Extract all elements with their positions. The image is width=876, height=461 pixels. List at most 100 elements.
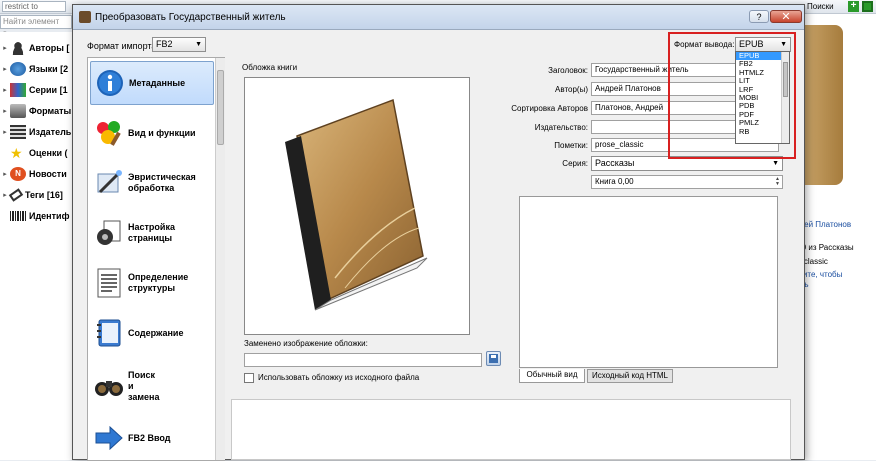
- tree-item-identifiers[interactable]: Идентиф: [0, 208, 69, 224]
- tree-label: Авторы [: [29, 43, 70, 53]
- use-source-cover-checkbox[interactable]: [244, 373, 254, 383]
- cover-preview: [244, 77, 470, 335]
- publisher-label: Издательство:: [534, 123, 588, 132]
- tree-label: Издатель: [29, 127, 72, 137]
- expand-arrow-icon[interactable]: ▸: [0, 86, 10, 94]
- tree-item-news[interactable]: ▸ N Новости: [0, 166, 67, 182]
- dialog-title: Преобразовать Государственный житель: [95, 12, 286, 23]
- book-cover-thumbnail[interactable]: [803, 25, 843, 185]
- tab-normal-view[interactable]: Обычный вид: [519, 369, 585, 383]
- news-icon: N: [10, 167, 26, 181]
- nav-item-structure-detection[interactable]: Определение структуры: [90, 261, 214, 305]
- tree-item-series[interactable]: ▸ Серии [1: [0, 82, 68, 98]
- nav-item-page-setup[interactable]: Настройка страницы: [90, 211, 214, 255]
- chevron-down-icon: ▼: [195, 41, 202, 48]
- tree-item-formats[interactable]: ▸ Форматы: [0, 103, 71, 119]
- comments-editor[interactable]: [519, 196, 778, 368]
- series-label: Серия:: [562, 159, 588, 168]
- nav-label: Содержание: [128, 327, 184, 338]
- page-setup-icon: [94, 218, 124, 248]
- calibre-icon: [79, 11, 91, 23]
- document-icon: [94, 268, 124, 298]
- globe-icon: [10, 62, 26, 76]
- expand-arrow-icon[interactable]: ▸: [0, 107, 10, 115]
- browse-cover-button[interactable]: [486, 351, 501, 366]
- star-icon: ★: [10, 145, 23, 161]
- tree-label: Серии [1: [29, 85, 68, 95]
- right-toolbar: Поиски +: [795, 0, 876, 14]
- tree-label: Новости: [29, 169, 67, 179]
- tree-label: Теги [16]: [25, 190, 63, 200]
- help-button[interactable]: ?: [749, 10, 769, 23]
- series-index-spinbox[interactable]: Книга 0,00 ▲ ▼: [591, 175, 783, 189]
- series-icon: [10, 83, 26, 97]
- saved-searches-label[interactable]: Поиски: [807, 2, 834, 11]
- nav-scrollbar[interactable]: [215, 58, 225, 460]
- tag-icon: [8, 188, 24, 202]
- annotation-highlight-box: [668, 32, 796, 159]
- tree-item-tags[interactable]: ▸ Теги [16]: [0, 187, 63, 203]
- tag-browser-search[interactable]: Найти элемент в...: [0, 15, 72, 38]
- expand-arrow-icon[interactable]: ▸: [0, 128, 10, 136]
- title-label: Заголовок:: [548, 66, 588, 75]
- tree-item-languages[interactable]: ▸ Языки [2: [0, 61, 68, 77]
- tree-label: Оценки (: [29, 148, 68, 158]
- author-label: Автор(ы): [555, 85, 588, 94]
- paint-icon: [94, 118, 124, 148]
- nav-label: Вид и функции: [128, 127, 196, 138]
- tree-item-authors[interactable]: ▸ Авторы [: [0, 40, 69, 56]
- tag-browser: ▸ Авторы [ ▸ Языки [2 ▸ Серии [1 ▸ Форматы ▸…: [0, 32, 72, 460]
- tags-label: Пометки:: [554, 141, 588, 150]
- nav-item-heuristics[interactable]: Эвристическая обработка: [90, 161, 214, 205]
- cover-group-label: Обложка книги: [242, 63, 298, 72]
- input-format-label: Формат импорта:: [87, 41, 159, 51]
- book-details-panel: Поиски + дрей Платонов а 0 из Рассказы e…: [795, 0, 876, 460]
- nav-label: Определение структуры: [128, 272, 189, 293]
- wand-icon: [94, 168, 124, 198]
- nav-label: Эвристическая обработка: [128, 172, 196, 193]
- nav-item-search-replace[interactable]: Поиск и замена: [90, 361, 214, 411]
- spin-arrows-icon[interactable]: ▲ ▼: [774, 177, 781, 187]
- arrow-right-icon: [94, 423, 124, 453]
- dialog-titlebar[interactable]: Преобразовать Государственный житель ? ✕: [73, 5, 804, 30]
- notebook-icon: [94, 318, 124, 348]
- close-button[interactable]: ✕: [770, 10, 802, 23]
- input-format-select[interactable]: FB2 ▼: [152, 37, 206, 52]
- nav-item-metadata[interactable]: Метаданные: [90, 61, 214, 105]
- expand-arrow-icon[interactable]: ▸: [0, 170, 10, 178]
- add-search-button[interactable]: +: [848, 1, 859, 12]
- barcode-icon: [10, 211, 26, 221]
- book-cover-image: [285, 98, 428, 311]
- nav-label: FB2 Ввод: [128, 432, 171, 443]
- formats-icon: [10, 104, 26, 118]
- tree-item-publisher[interactable]: ▸ Издатель: [0, 124, 71, 140]
- restrict-to-combo[interactable]: restrict to: [2, 1, 66, 12]
- series-value: Рассказы: [595, 158, 635, 168]
- tree-label: Идентиф: [29, 211, 70, 221]
- use-source-cover-label: Использовать обложку из исходного файла: [258, 373, 420, 382]
- info-icon: [95, 68, 125, 98]
- replace-cover-label: Заменено изображение обложки:: [244, 339, 368, 348]
- binoculars-icon: [94, 371, 124, 401]
- scrollbar-thumb[interactable]: [217, 70, 224, 145]
- expand-arrow-icon[interactable]: ▸: [0, 65, 10, 73]
- tree-label: Языки [2: [29, 64, 69, 74]
- help-text-pane: [231, 399, 791, 460]
- nav-item-table-of-contents[interactable]: Содержание: [90, 311, 214, 355]
- nav-label: Поиск и замена: [128, 369, 160, 402]
- save-icon: [489, 354, 498, 363]
- nav-label: Метаданные: [129, 77, 186, 88]
- author-sort-label: Сортировка Авторов: [511, 104, 588, 113]
- tree-item-ratings[interactable]: ★ Оценки (: [0, 145, 68, 161]
- expand-arrow-icon[interactable]: ▸: [0, 44, 10, 52]
- tab-html-source[interactable]: Исходный код HTML: [587, 369, 673, 383]
- replace-cover-input[interactable]: [244, 353, 482, 367]
- publisher-icon: [10, 125, 26, 139]
- nav-label: Настройка страницы: [128, 222, 175, 243]
- search-options-button[interactable]: [862, 1, 873, 12]
- settings-nav-list: Метаданные Вид и функции Эвристическая о…: [87, 57, 225, 461]
- series-index-value: Книга 0,00: [595, 177, 634, 186]
- tree-label: Форматы: [29, 106, 72, 116]
- nav-item-fb2-input[interactable]: FB2 Ввод: [90, 416, 214, 460]
- nav-item-look-and-feel[interactable]: Вид и функции: [90, 111, 214, 155]
